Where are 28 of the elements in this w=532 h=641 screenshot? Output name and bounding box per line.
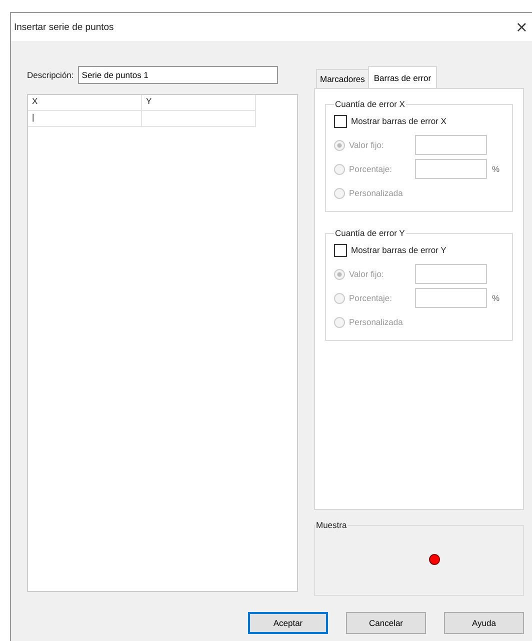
checkbox-label: Mostrar barras de error X [351, 116, 446, 126]
table-cell[interactable] [142, 111, 256, 127]
radio-label: Valor fijo: [349, 269, 385, 279]
checkbox[interactable] [334, 244, 347, 256]
tab[interactable]: Barras de error [368, 66, 438, 88]
close-button[interactable]: × [511, 18, 532, 36]
tab[interactable]: Marcadores [316, 69, 369, 88]
group-title: Muestra [315, 520, 348, 530]
table-cell[interactable]: | [28, 111, 142, 127]
radio-label: Porcentaje: [349, 293, 393, 303]
window-title: Insertar serie de puntos [14, 22, 114, 32]
checkbox[interactable] [334, 114, 347, 128]
description-field[interactable]: Serie de puntos 1 [78, 66, 278, 84]
group-title: Cuantía de error X [334, 99, 406, 109]
radio-label: Personalizada [349, 188, 404, 198]
radio-label: Valor fijo: [349, 140, 385, 150]
column-header[interactable]: Y [142, 95, 256, 111]
dialog-button[interactable]: Ayuda [444, 612, 524, 634]
dialog-button[interactable]: Cancelar [346, 612, 426, 634]
unit-label: % [492, 293, 500, 303]
group-title: Cuantía de error Y [334, 228, 406, 238]
dialog-button[interactable]: Aceptar [248, 612, 328, 634]
description-label: Descripción: [27, 70, 74, 80]
radio-label: Porcentaje: [349, 164, 393, 174]
unit-label: % [492, 164, 500, 174]
radio-label: Personalizada [349, 317, 404, 327]
column-header[interactable]: X [28, 95, 142, 111]
checkbox-label: Mostrar barras de error Y [351, 245, 446, 255]
